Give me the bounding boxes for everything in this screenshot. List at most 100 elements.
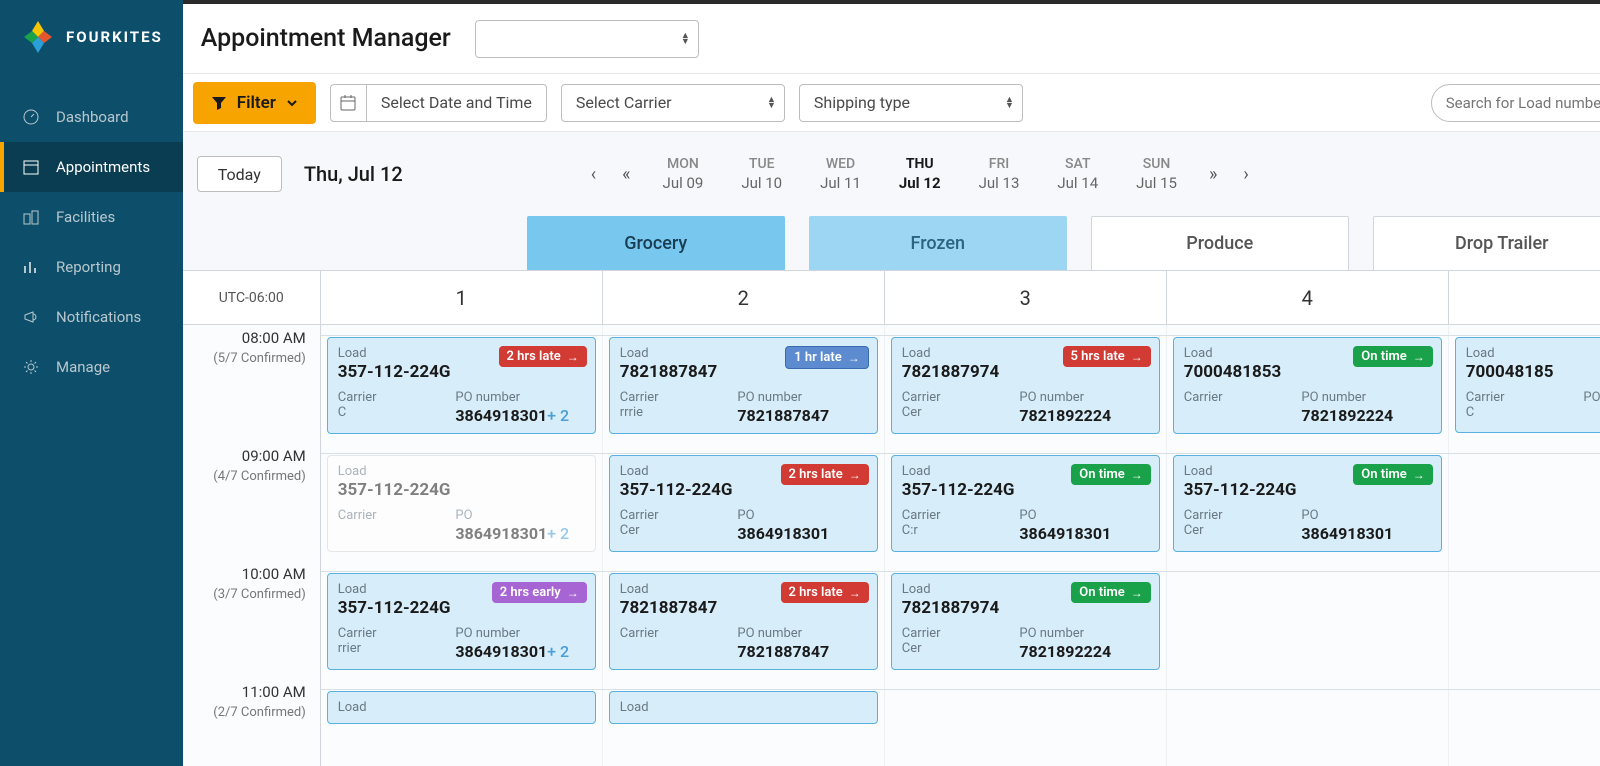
status-badge: On time→ — [1071, 464, 1151, 485]
spinner-icon: ▲▼ — [1005, 97, 1014, 109]
arrow-right-icon: → — [849, 468, 861, 482]
appointment-card[interactable]: On time→Load7000481853CarrierPO number78… — [1173, 337, 1442, 434]
dashboard-icon — [20, 106, 42, 128]
context-dropdown[interactable]: ▲▼ — [475, 20, 699, 58]
day-sat[interactable]: SATJul 14 — [1047, 152, 1108, 196]
schedule-grid: UTC-06:00 1234 08:00 AM(5/7 Confirmed)2 … — [183, 270, 1600, 766]
filter-button[interactable]: Filter — [193, 82, 316, 124]
day-fri[interactable]: FRIJul 13 — [969, 152, 1030, 196]
status-badge: 5 hrs late→ — [1063, 346, 1151, 367]
appointment-card[interactable]: 5 hrs late→Load7821887974CarrierCerPO nu… — [891, 337, 1160, 434]
dock-tab-frozen[interactable]: Frozen — [809, 216, 1067, 270]
appointment-card[interactable]: On time→Load7821887974CarrierCerPO numbe… — [891, 573, 1160, 670]
appointment-slot: 2 hrs late→Load357-112-224GCarrierCPO nu… — [321, 325, 603, 443]
time-row: 10:00 AM(3/7 Confirmed)2 hrs early→Load3… — [183, 561, 1600, 679]
appointment-slot: 2 hrs late→Load7821887847CarrierPO numbe… — [603, 561, 885, 679]
appointment-card[interactable]: 2 hrs late→Load7821887847CarrierPO numbe… — [609, 573, 878, 670]
appointment-card[interactable]: 1 hr late→Load7821887847CarrierrrriePO n… — [609, 337, 878, 434]
sidebar-item-dashboard[interactable]: Dashboard — [0, 92, 183, 142]
appointment-card[interactable]: On time→Load357-112-224GCarrierC:rPO3864… — [891, 455, 1160, 552]
day-tue[interactable]: TUEJul 10 — [731, 152, 792, 196]
logo: FOURKITES — [0, 0, 183, 74]
day-wed[interactable]: WEDJul 11 — [810, 152, 871, 196]
dock-tab-grocery[interactable]: Grocery — [527, 216, 785, 270]
dock-tabs: Grocery Frozen Produce Drop Trailer — [183, 216, 1600, 270]
header: Appointment Manager ▲▼ — [183, 4, 1600, 74]
appointment-slot: On time→Load7821887974CarrierCerPO numbe… — [885, 561, 1167, 679]
arrow-right-icon: → — [1413, 350, 1425, 364]
sidebar-item-notifications[interactable]: Notifications — [0, 292, 183, 342]
brand-text: FOURKITES — [66, 28, 163, 46]
gear-icon — [20, 356, 42, 378]
appointment-card[interactable]: Load — [327, 691, 596, 724]
sidebar-item-manage[interactable]: Manage — [0, 342, 183, 392]
status-badge: On time→ — [1071, 582, 1151, 603]
appointment-card[interactable]: Load — [609, 691, 878, 724]
appointment-slot: On time→Load357-112-224GCarrierC:rPO3864… — [885, 443, 1167, 561]
time-row: 08:00 AM(5/7 Confirmed)2 hrs late→Load35… — [183, 325, 1600, 443]
today-button[interactable]: Today — [197, 156, 282, 192]
sidebar-item-facilities[interactable]: Facilities — [0, 192, 183, 242]
arrow-right-icon: → — [1131, 586, 1143, 600]
sidebar: FOURKITES DashboardAppointmentsFacilitie… — [0, 0, 183, 766]
day-mon[interactable]: MONJul 09 — [653, 152, 714, 196]
timezone-label: UTC-06:00 — [183, 271, 321, 324]
load-number: 700048185 — [1466, 362, 1600, 382]
shipping-type-dropdown[interactable]: Shipping type ▲▼ — [799, 84, 1023, 122]
next-week-icon[interactable]: » — [1205, 160, 1221, 189]
dock-tab-produce[interactable]: Produce — [1091, 216, 1349, 270]
time-row: 09:00 AM(4/7 Confirmed)Load357-112-224GC… — [183, 443, 1600, 561]
funnel-icon — [211, 95, 227, 111]
logo-icon — [20, 19, 56, 55]
dock-column-4: 4 — [1167, 271, 1449, 324]
appointment-slot: 1 hr late→Load7821887847CarrierrrriePO n… — [603, 325, 885, 443]
date-navigator: Today Thu, Jul 12 ‹ « MONJul 09 TUEJul 10… — [183, 132, 1600, 216]
appointment-slot: Load357-112-224GCarrierPO3864918301+ 2 — [321, 443, 603, 561]
carrier-dropdown[interactable]: Select Carrier ▲▼ — [561, 84, 785, 122]
time-label: 08:00 AM(5/7 Confirmed) — [183, 325, 321, 443]
appointment-slot: On time→Load357-112-224GCarrierCerPO3864… — [1167, 443, 1449, 561]
arrow-right-icon: → — [1413, 468, 1425, 482]
sidebar-item-reporting[interactable]: Reporting — [0, 242, 183, 292]
status-badge: 1 hr late→ — [785, 346, 869, 369]
current-date: Thu, Jul 12 — [304, 162, 403, 186]
appointment-card[interactable]: 2 hrs late→Load357-112-224GCarrierCerPO3… — [609, 455, 878, 552]
arrow-right-icon: → — [567, 586, 579, 600]
time-label: 11:00 AM(2/7 Confirmed) — [183, 679, 321, 766]
grid-header: UTC-06:00 1234 — [183, 271, 1600, 325]
appointment-slot: 2 hrs early→Load357-112-224GCarrierrrier… — [321, 561, 603, 679]
status-badge: 2 hrs late→ — [781, 582, 869, 603]
prev-day-icon[interactable]: ‹ — [587, 160, 600, 189]
day-thu[interactable]: THUJul 12 — [889, 152, 951, 196]
time-label: 10:00 AM(3/7 Confirmed) — [183, 561, 321, 679]
sidebar-item-appointments[interactable]: Appointments — [0, 142, 183, 192]
reporting-icon — [20, 256, 42, 278]
time-row: 11:00 AM(2/7 Confirmed)LoadLoad — [183, 679, 1600, 766]
appointment-slot: Load — [603, 679, 885, 766]
appointment-slot: On time→Load7000481853CarrierPO number78… — [1167, 325, 1449, 443]
prev-week-icon[interactable]: « — [618, 160, 634, 189]
arrow-right-icon: → — [1131, 468, 1143, 482]
appointment-card[interactable]: 2 hrs late→Load357-112-224GCarrierCPO nu… — [327, 337, 596, 434]
calendar-icon — [331, 85, 367, 121]
dock-tab-drop-trailer[interactable]: Drop Trailer — [1373, 216, 1600, 270]
appointment-card[interactable]: 2 hrs early→Load357-112-224GCarrierrrier… — [327, 573, 596, 670]
appointment-card[interactable]: Load700048185CarrierCPO number — [1455, 337, 1600, 433]
appointment-slot: Load700048185CarrierCPO number — [1449, 325, 1600, 443]
page-title: Appointment Manager — [201, 24, 451, 53]
day-sun[interactable]: SUNJul 15 — [1126, 152, 1187, 196]
search-field[interactable] — [1446, 94, 1600, 112]
appointment-card[interactable]: On time→Load357-112-224GCarrierCerPO3864… — [1173, 455, 1442, 552]
search-input[interactable] — [1431, 84, 1600, 122]
dock-column-2: 2 — [603, 271, 885, 324]
filter-bar: Filter Select Date and Time Select Carri… — [183, 74, 1600, 132]
status-badge: 2 hrs late→ — [781, 464, 869, 485]
date-picker[interactable]: Select Date and Time — [330, 84, 547, 122]
appointment-card[interactable]: Load357-112-224GCarrierPO3864918301+ 2 — [327, 455, 596, 552]
arrow-right-icon: → — [848, 351, 860, 365]
next-day-icon[interactable]: › — [1239, 160, 1252, 189]
dock-column-3: 3 — [885, 271, 1167, 324]
appointment-slot: Load — [321, 679, 603, 766]
appointment-slot: 5 hrs late→Load7821887974CarrierCerPO nu… — [885, 325, 1167, 443]
chevron-down-icon — [286, 97, 298, 109]
